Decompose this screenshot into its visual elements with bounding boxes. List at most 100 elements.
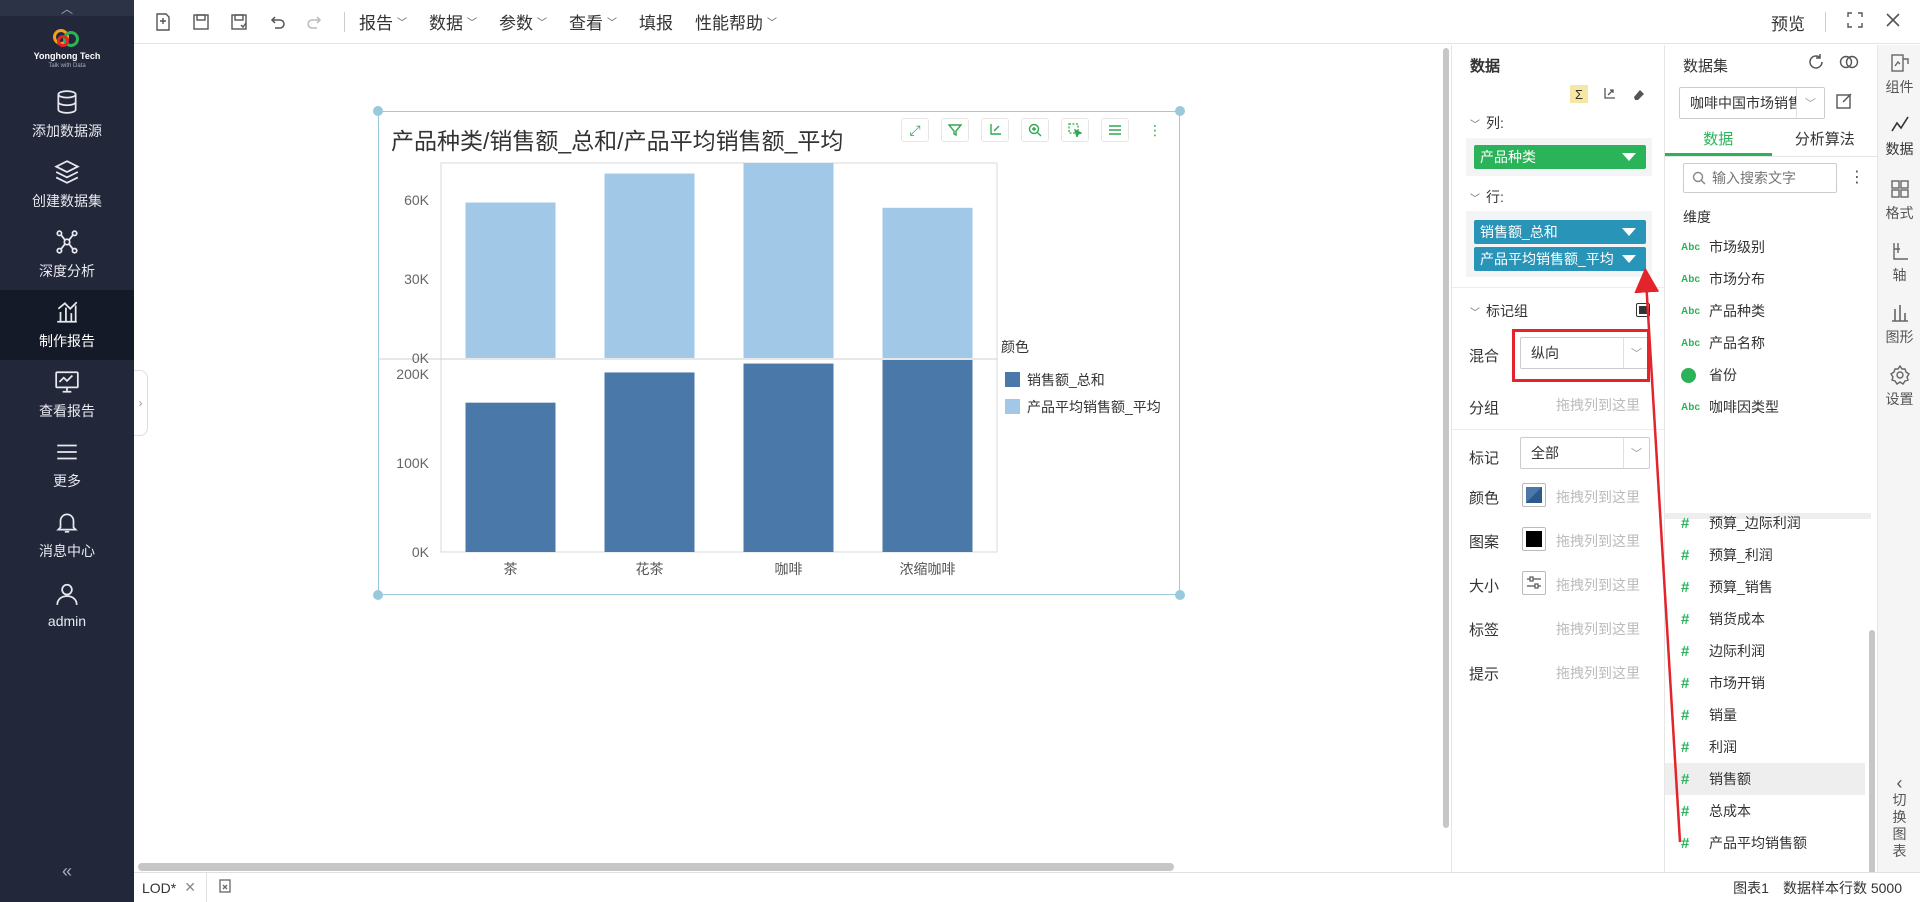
- size-slider-icon[interactable]: [1522, 571, 1546, 595]
- pattern-drop-zone[interactable]: 拖拽列到这里: [1556, 531, 1640, 551]
- dimension-field[interactable]: Abc 市场分布: [1665, 263, 1865, 295]
- measure-field[interactable]: # 预算_利润: [1665, 539, 1865, 571]
- measure-field[interactable]: # 预算_销售: [1665, 571, 1865, 603]
- undo-icon[interactable]: [266, 11, 288, 33]
- pattern-swatch[interactable]: [1522, 527, 1546, 551]
- redo-icon[interactable]: [304, 11, 326, 33]
- dataset-select[interactable]: 咖啡中国市场销售 ﹀: [1679, 87, 1825, 119]
- rows-label[interactable]: ﹀ 行:: [1470, 187, 1504, 207]
- fullscreen-icon[interactable]: [1846, 11, 1864, 34]
- color-drop-zone[interactable]: 拖拽列到这里: [1556, 487, 1640, 507]
- chevron-down-icon[interactable]: ﹀: [1796, 88, 1824, 118]
- add-sheet-icon[interactable]: [207, 878, 243, 897]
- report-tab[interactable]: LOD* ✕: [134, 872, 207, 902]
- menu-view[interactable]: 查看 ﹀: [569, 9, 617, 34]
- collapse-left-icon[interactable]: «: [0, 861, 134, 882]
- legend-swatch: [1005, 399, 1020, 414]
- sum-icon[interactable]: Σ: [1570, 85, 1588, 103]
- rail-graphics[interactable]: 图形: [1878, 303, 1920, 347]
- collapse-up-icon[interactable]: ︿: [0, 0, 134, 16]
- marks-group-label[interactable]: ﹀ 标记组: [1470, 301, 1528, 321]
- menu-perf-help[interactable]: 性能帮助 ﹀: [695, 9, 777, 34]
- dropdown-triangle-icon[interactable]: [1622, 255, 1636, 263]
- rail-data[interactable]: 数据: [1878, 115, 1920, 159]
- menu-params[interactable]: 参数 ﹀: [499, 9, 547, 34]
- nav-more[interactable]: 更多: [0, 430, 134, 500]
- save-icon[interactable]: [190, 11, 212, 33]
- field-label: 预算_边际利润: [1709, 515, 1801, 531]
- tag-drop-zone[interactable]: 拖拽列到这里: [1556, 619, 1640, 639]
- tag-label: 标签: [1469, 622, 1500, 639]
- close-icon[interactable]: [1884, 11, 1902, 34]
- row-pill-avg-sales[interactable]: 产品平均销售额_平均: [1474, 247, 1646, 271]
- field-label: 利润: [1709, 739, 1737, 755]
- refresh-icon[interactable]: [1807, 53, 1825, 76]
- network-icon: [56, 230, 78, 254]
- expand-panel-icon[interactable]: ›: [134, 370, 148, 436]
- rail-components[interactable]: 组件: [1878, 53, 1920, 97]
- save-as-icon[interactable]: [228, 11, 250, 33]
- tip-drop-zone[interactable]: 拖拽列到这里: [1556, 663, 1640, 683]
- tab-analysis-algorithm[interactable]: 分析算法: [1772, 125, 1879, 156]
- preview-button[interactable]: 预览: [1771, 10, 1805, 35]
- dimension-field[interactable]: Abc 咖啡因类型: [1665, 391, 1865, 423]
- canvas-vertical-scrollbar[interactable]: [1443, 48, 1449, 828]
- group-drop-zone[interactable]: 拖拽列到这里: [1556, 395, 1640, 415]
- scrollbar-thumb[interactable]: [138, 863, 1174, 871]
- field-list-scrollbar[interactable]: [1869, 630, 1875, 902]
- size-drop-zone[interactable]: 拖拽列到这里: [1556, 575, 1640, 595]
- dropdown-triangle-icon[interactable]: [1622, 228, 1636, 236]
- search-input[interactable]: [1712, 170, 1832, 186]
- measure-field[interactable]: # 产品平均销售额: [1665, 827, 1865, 859]
- bar-top: [604, 173, 695, 358]
- nav-view-report[interactable]: 查看报告: [0, 360, 134, 430]
- rail-format[interactable]: 格式: [1878, 179, 1920, 223]
- chevron-down-icon: ﹀: [1470, 120, 1480, 131]
- nav-admin[interactable]: admin: [0, 570, 134, 640]
- measure-field[interactable]: # 市场开销: [1665, 667, 1865, 699]
- chart-component[interactable]: 产品种类/销售额_总和/产品平均销售额_平均 ⤢ ⋮ 60K 30K 0K 200K 1…: [373, 106, 1185, 600]
- column-pill-product-type[interactable]: 产品种类: [1474, 145, 1646, 169]
- rail-settings[interactable]: 设置: [1878, 364, 1920, 409]
- more-vertical-icon[interactable]: ⋮: [1849, 167, 1865, 187]
- measure-field[interactable]: # 边际利润: [1665, 635, 1865, 667]
- nav-deep-analysis[interactable]: 深度分析: [0, 220, 134, 290]
- new-report-icon[interactable]: [152, 11, 174, 33]
- dataset-link-icon[interactable]: [1839, 53, 1859, 76]
- measure-field[interactable]: # 总成本: [1665, 795, 1865, 827]
- measure-field-selected[interactable]: # 销售额: [1665, 763, 1865, 795]
- canvas-horizontal-scrollbar[interactable]: [138, 863, 1448, 871]
- nav-create-dataset[interactable]: 创建数据集: [0, 150, 134, 220]
- dimension-field[interactable]: 省份: [1665, 359, 1865, 391]
- field-search[interactable]: [1683, 163, 1837, 193]
- rail-axis[interactable]: 轴: [1878, 241, 1920, 285]
- close-tab-icon[interactable]: ✕: [184, 879, 196, 896]
- marks-group-settings-icon[interactable]: [1636, 303, 1650, 317]
- swap-axis-icon[interactable]: [1600, 85, 1618, 103]
- dropdown-triangle-icon[interactable]: [1622, 153, 1636, 161]
- rail-label: 切: [1892, 792, 1907, 808]
- measure-field[interactable]: # 销量: [1665, 699, 1865, 731]
- menu-fill[interactable]: 填报: [639, 9, 673, 34]
- dimension-field[interactable]: Abc 产品名称: [1665, 327, 1865, 359]
- row-pill-sales-sum[interactable]: 销售额_总和: [1474, 220, 1646, 244]
- eraser-icon[interactable]: [1630, 85, 1648, 103]
- mark-select[interactable]: 全部 ﹀: [1520, 437, 1650, 469]
- switch-chart-button[interactable]: ‹ 切 换 图 表: [1878, 774, 1920, 860]
- dimension-field[interactable]: Abc 市场级别: [1665, 231, 1865, 263]
- color-swatch[interactable]: [1522, 483, 1546, 507]
- columns-label[interactable]: ﹀ 列:: [1470, 113, 1504, 133]
- tab-data[interactable]: 数据: [1665, 125, 1772, 156]
- measure-field[interactable]: # 销货成本: [1665, 603, 1865, 635]
- field-label: 预算_销售: [1709, 579, 1773, 595]
- nav-make-report[interactable]: 制作报告: [0, 290, 134, 360]
- menu-data[interactable]: 数据 ﹀: [429, 9, 477, 34]
- nav-add-datasource[interactable]: 添加数据源: [0, 80, 134, 150]
- menu-report[interactable]: 报告 ﹀: [359, 9, 407, 34]
- chevron-down-icon[interactable]: ﹀: [1623, 438, 1649, 468]
- measure-field[interactable]: # 利润: [1665, 731, 1865, 763]
- edit-dataset-icon[interactable]: [1835, 92, 1853, 115]
- dimension-field[interactable]: Abc 产品种类: [1665, 295, 1865, 327]
- measure-field[interactable]: # 预算_边际利润: [1665, 507, 1865, 539]
- nav-message-center[interactable]: 消息中心: [0, 500, 134, 570]
